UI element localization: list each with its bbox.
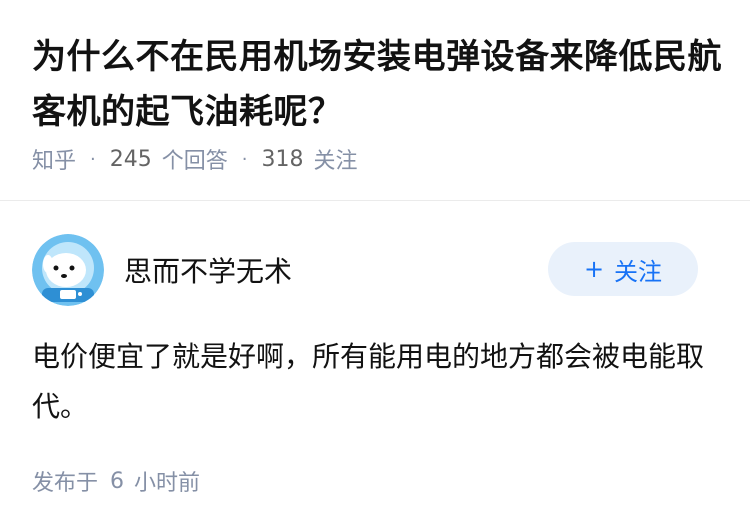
question-meta: 知乎 · 245 个回答 · 318 关注: [32, 142, 358, 176]
follows-count: 318: [261, 146, 304, 172]
question-title[interactable]: 为什么不在民用机场安装电弹设备来降低民航客机的起飞油耗呢？: [32, 30, 732, 140]
answer-content[interactable]: 电价便宜了就是好啊，所有能用电的地方都会被电能取代。: [32, 332, 712, 432]
meta-separator: ·: [90, 148, 96, 170]
avatar[interactable]: [32, 234, 104, 306]
answers-label[interactable]: 个回答: [162, 143, 228, 175]
publish-number: 6: [110, 468, 125, 494]
meta-separator: ·: [241, 148, 248, 170]
answers-count: 245: [109, 146, 152, 172]
question-header: 为什么不在民用机场安装电弹设备来降低民航客机的起飞油耗呢？: [32, 30, 732, 140]
astronaut-avatar-icon: [32, 234, 104, 306]
author-name[interactable]: 思而不学无术: [124, 250, 292, 290]
follow-button[interactable]: + 关注: [548, 242, 698, 296]
publish-time: 发布于 6 小时前: [32, 464, 200, 498]
follow-button-label: 关注: [614, 257, 663, 286]
section-divider: [0, 200, 750, 201]
answer-author: 思而不学无术: [32, 234, 292, 306]
plus-icon: +: [583, 255, 605, 283]
follows-label: 关注: [313, 149, 358, 174]
site-name: 知乎: [32, 149, 77, 174]
publish-suffix: 小时前: [134, 471, 201, 496]
publish-prefix: 发布于: [32, 471, 99, 496]
